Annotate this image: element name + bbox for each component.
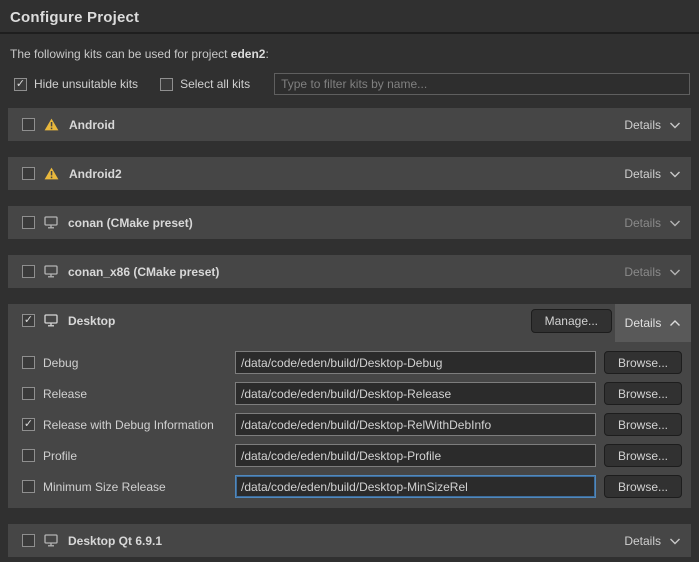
kits-description-colon: : [265,47,268,61]
build-config-option[interactable]: Debug [22,356,235,370]
chevron-down-icon [669,265,681,279]
kit-name: Desktop Qt 6.9.1 [68,534,162,548]
kit-row-android2[interactable]: Android2 Details [8,157,691,190]
build-dir-input-minsizerel[interactable] [235,475,596,498]
details-button-android2[interactable]: Details [624,167,681,181]
kit-row-desktop-qt-691[interactable]: Desktop Qt 6.9.1 Details [8,524,691,557]
build-config-checkbox-release[interactable] [22,387,35,400]
chevron-down-icon [669,216,681,230]
build-config-option[interactable]: Profile [22,449,235,463]
build-config-label: Debug [43,356,78,370]
details-button-conan[interactable]: Details [624,216,681,230]
kit-name: Desktop [68,314,115,328]
chevron-down-icon [669,167,681,181]
kit-name: conan (CMake preset) [68,216,193,230]
build-config-row-debug: Debug Browse... [22,351,682,374]
details-label: Details [624,534,661,548]
browse-button-relwithdebinfo[interactable]: Browse... [604,413,682,436]
build-config-option[interactable]: Minimum Size Release [22,480,235,494]
build-dir-input-relwithdebinfo[interactable] [235,413,596,436]
kit-row-android[interactable]: Android Details [8,108,691,141]
hide-unsuitable-kits-option[interactable]: ✓ Hide unsuitable kits [14,77,138,91]
build-config-label: Profile [43,449,77,463]
build-config-checkbox-relwithdebinfo[interactable]: ✓ [22,418,35,431]
select-all-kits-checkbox[interactable] [160,78,173,91]
browse-button-debug[interactable]: Browse... [604,351,682,374]
build-config-checkbox-minsizerel[interactable] [22,480,35,493]
build-config-row-release: Release Browse... [22,382,682,405]
kit-checkbox-conan[interactable] [22,216,35,229]
kits-description-text: The following kits can be used for proje… [10,47,231,61]
build-config-option[interactable]: Release [22,387,235,401]
hide-unsuitable-kits-label: Hide unsuitable kits [34,77,138,91]
build-config-checkbox-debug[interactable] [22,356,35,369]
build-config-option[interactable]: ✓ Release with Debug Information [22,418,235,432]
chevron-down-icon [669,118,681,132]
project-name: eden2 [231,47,266,61]
build-config-row-relwithdebinfo: ✓ Release with Debug Information Browse.… [22,413,682,436]
kit-panel-desktop: Details ✓ Desktop Manage... Debug Browse… [8,304,691,508]
kit-row-conan-x86[interactable]: conan_x86 (CMake preset) Details [8,255,691,288]
kit-checkbox-desktop[interactable]: ✓ [22,314,35,327]
details-button-desktop-qt-691[interactable]: Details [624,534,681,548]
desktop-icon [44,314,58,327]
desktop-icon [44,534,58,547]
build-config-label: Release with Debug Information [43,418,214,432]
build-config-label: Minimum Size Release [43,480,166,494]
page-title: Configure Project [10,9,689,26]
kit-row-desktop[interactable]: ✓ Desktop Manage... [8,304,691,337]
kit-list: Android Details Android2 Details conan (… [8,108,691,557]
browse-button-minsizerel[interactable]: Browse... [604,475,682,498]
kit-checkbox-android[interactable] [22,118,35,131]
build-config-label: Release [43,387,87,401]
browse-button-profile[interactable]: Browse... [604,444,682,467]
details-button-android[interactable]: Details [624,118,681,132]
warning-icon [44,118,59,131]
desktop-icon [44,265,58,278]
desktop-icon [44,216,58,229]
kit-name: conan_x86 (CMake preset) [68,265,219,279]
warning-icon [44,167,59,180]
details-label: Details [624,265,661,279]
hide-unsuitable-kits-checkbox[interactable]: ✓ [14,78,27,91]
kits-description: The following kits can be used for proje… [10,47,689,61]
select-all-kits-option[interactable]: Select all kits [160,77,250,91]
kit-checkbox-android2[interactable] [22,167,35,180]
build-config-checkbox-profile[interactable] [22,449,35,462]
build-dir-input-debug[interactable] [235,351,596,374]
kit-name: Android [69,118,115,132]
build-config-row-profile: Profile Browse... [22,444,682,467]
chevron-down-icon [669,534,681,548]
details-label: Details [624,118,661,132]
details-label: Details [624,216,661,230]
page-header: Configure Project [0,0,699,34]
kit-filter-row: ✓ Hide unsuitable kits Select all kits [14,72,690,96]
kit-checkbox-desktop-qt-691[interactable] [22,534,35,547]
manage-kits-button[interactable]: Manage... [531,309,612,333]
chevron-up-icon [669,316,681,330]
build-dir-input-profile[interactable] [235,444,596,467]
build-config-row-minsizerel: Minimum Size Release Browse... [22,475,682,498]
details-label: Details [625,316,662,330]
details-button-conan-x86[interactable]: Details [624,265,681,279]
details-button-desktop[interactable]: Details [615,304,691,342]
kit-row-conan[interactable]: conan (CMake preset) Details [8,206,691,239]
browse-button-release[interactable]: Browse... [604,382,682,405]
build-dir-input-release[interactable] [235,382,596,405]
kit-filter-input[interactable] [274,73,690,95]
select-all-kits-label: Select all kits [180,77,250,91]
details-label: Details [624,167,661,181]
kit-checkbox-conan-x86[interactable] [22,265,35,278]
kit-name: Android2 [69,167,122,181]
